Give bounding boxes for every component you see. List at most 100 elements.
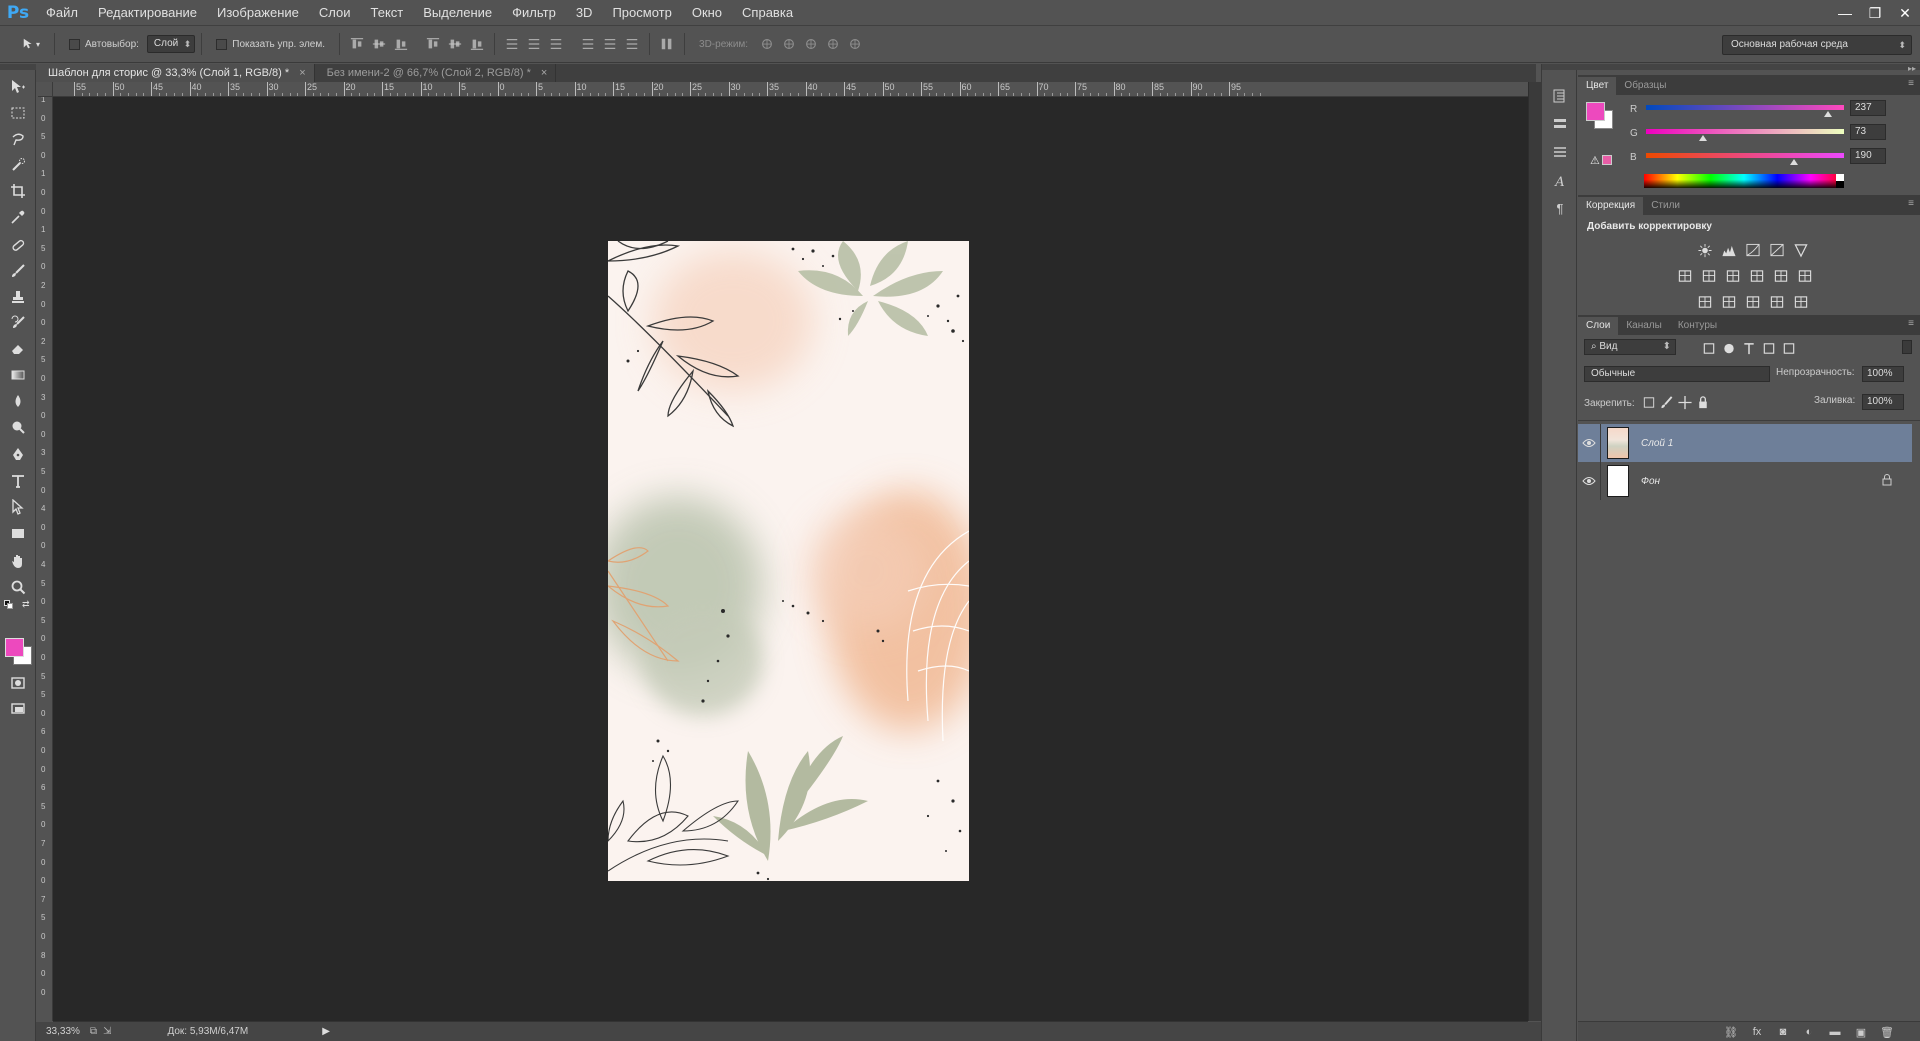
invert-adjustment-icon[interactable] [1696,294,1714,310]
menu-item-9[interactable]: Окно [682,0,732,26]
photo-filter-adjustment-icon[interactable] [1748,268,1766,284]
quick-selection-tool-icon[interactable] [6,154,30,176]
pen-tool-icon[interactable] [6,444,30,466]
tab-layers[interactable]: Слои [1578,317,1619,335]
channel-g-value[interactable]: 73 [1850,124,1886,140]
dodge-tool-icon[interactable] [6,416,30,438]
clone-stamp-tool-icon[interactable] [6,286,30,308]
layer-visibility-eye-icon[interactable] [1578,438,1600,448]
marquee-tool-icon[interactable] [6,102,30,124]
channel-r-value[interactable]: 237 [1850,100,1886,116]
minimize-button[interactable]: — [1830,0,1860,26]
tab-styles[interactable]: Стили [1643,197,1688,215]
layer-filter-toggle[interactable] [1902,340,1912,354]
history-brush-tool-icon[interactable] [6,312,30,334]
status-menu-arrow-icon[interactable]: ▶ [322,1026,330,1037]
autoselect-checkbox[interactable]: Автовыбор: [69,38,139,50]
align-top-icon[interactable] [346,33,368,55]
status-share-icon[interactable]: ⇲ [103,1026,111,1037]
menu-item-7[interactable]: 3D [566,0,603,26]
horizontal-ruler[interactable]: 55 50 45 40 35 30 25 20 15 10 5 0 5 10 15 20 25 30 35 40 45 5… [53,82,1528,97]
menu-item-8[interactable]: Просмотр [602,0,681,26]
selective-color-adjustment-icon[interactable] [1792,294,1810,310]
color-spectrum-bar[interactable] [1644,174,1844,188]
tab-color[interactable]: Цвет [1578,77,1617,95]
history-panel-icon[interactable] [1550,86,1570,106]
distribute-right-icon[interactable] [621,33,643,55]
lock-transparency-icon[interactable] [1640,394,1658,410]
path-selection-tool-icon[interactable] [6,496,30,518]
menu-item-3[interactable]: Слои [309,0,361,26]
menu-item-2[interactable]: Изображение [207,0,309,26]
channel-r-thumb[interactable] [1824,111,1832,117]
properties-panel-icon[interactable] [1550,114,1570,134]
info-panel-icon[interactable] [1550,142,1570,162]
channel-r-slider[interactable] [1646,105,1844,110]
close-button[interactable]: ✕ [1890,0,1920,26]
filter-adjustment-icon[interactable] [1720,340,1738,356]
blend-mode-select[interactable]: Обычные [1584,366,1770,382]
black-white-adjustment-icon[interactable] [1724,268,1742,284]
workspace-select[interactable]: Основная рабочая среда [1722,35,1912,55]
vibrance-adjustment-icon[interactable] [1792,242,1810,258]
opacity-field[interactable]: 100% [1862,366,1904,382]
layer-thumbnail[interactable] [1607,465,1629,497]
menu-item-4[interactable]: Текст [361,0,414,26]
distribute-hcenter-icon[interactable] [599,33,621,55]
vertical-ruler[interactable]: 1050100150200250300350400450500550600650… [38,97,53,1021]
blur-tool-icon[interactable] [6,390,30,412]
move-tool-preset-icon[interactable]: ▾ [14,33,48,55]
foreground-color-swatch[interactable] [5,638,24,657]
channel-b-slider[interactable] [1646,153,1844,158]
color-lookup-adjustment-icon[interactable] [1796,268,1814,284]
restore-button[interactable]: ❐ [1860,0,1890,26]
paragraph-panel-icon[interactable]: ¶ [1550,198,1570,218]
canvas-area[interactable] [53,97,1528,1021]
distribute-vcenter-icon[interactable] [523,33,545,55]
threshold-adjustment-icon[interactable] [1744,294,1762,310]
close-tab-icon[interactable]: × [541,67,547,79]
curves-adjustment-icon[interactable] [1744,242,1762,258]
channel-b-value[interactable]: 190 [1850,148,1886,164]
eraser-tool-icon[interactable] [6,338,30,360]
brightness-adjustment-icon[interactable] [1696,242,1714,258]
close-tab-icon[interactable]: × [299,67,305,79]
tab-channels[interactable]: Каналы [1618,317,1670,335]
roll-3d-icon[interactable] [778,33,800,55]
layer-thumbnail[interactable] [1607,427,1629,459]
levels-adjustment-icon[interactable] [1720,242,1738,258]
ruler-origin[interactable] [38,82,53,97]
new-layer-icon[interactable]: ▣ [1852,1024,1870,1040]
align-right-icon[interactable] [466,33,488,55]
delete-layer-icon[interactable]: 🗑 [1878,1024,1896,1040]
layer-name[interactable]: Фон [1641,476,1660,487]
collapse-panels-icon[interactable]: ▸▸ [1908,64,1916,73]
align-left-icon[interactable] [422,33,444,55]
out-of-gamut-warning-icon[interactable]: ⚠ [1590,154,1600,167]
screen-mode-icon[interactable] [6,698,30,720]
document-tab-0[interactable]: Шаблон для сторис @ 33,3% (Слой 1, RGB/8… [36,64,315,82]
move-tool-icon[interactable] [6,76,30,98]
filter-shape-icon[interactable] [1760,340,1778,356]
rectangle-tool-icon[interactable] [6,522,30,544]
lock-pixels-icon[interactable] [1658,394,1676,410]
channel-g-thumb[interactable] [1699,135,1707,141]
lasso-tool-icon[interactable] [6,128,30,150]
channel-g-slider[interactable] [1646,129,1844,134]
align-bottom-icon[interactable] [390,33,412,55]
channel-b-thumb[interactable] [1790,159,1798,165]
gradient-map-adjustment-icon[interactable] [1768,294,1786,310]
default-colors-icon[interactable] [4,600,13,609]
menu-item-6[interactable]: Фильтр [502,0,566,26]
quick-mask-icon[interactable] [6,672,30,694]
lock-position-icon[interactable] [1676,394,1694,410]
posterize-adjustment-icon[interactable] [1720,294,1738,310]
filter-pixel-icon[interactable] [1700,340,1718,356]
adjust-panel-menu-icon[interactable]: ≡ [1908,198,1914,209]
layer-name[interactable]: Слой 1 [1641,438,1673,449]
autoselect-target-select[interactable]: Слой [146,35,196,53]
tab-paths[interactable]: Контуры [1670,317,1725,335]
link-layers-icon[interactable]: ⛓ [1722,1024,1740,1040]
gamut-color-chip[interactable] [1602,155,1612,165]
menu-item-10[interactable]: Справка [732,0,803,26]
